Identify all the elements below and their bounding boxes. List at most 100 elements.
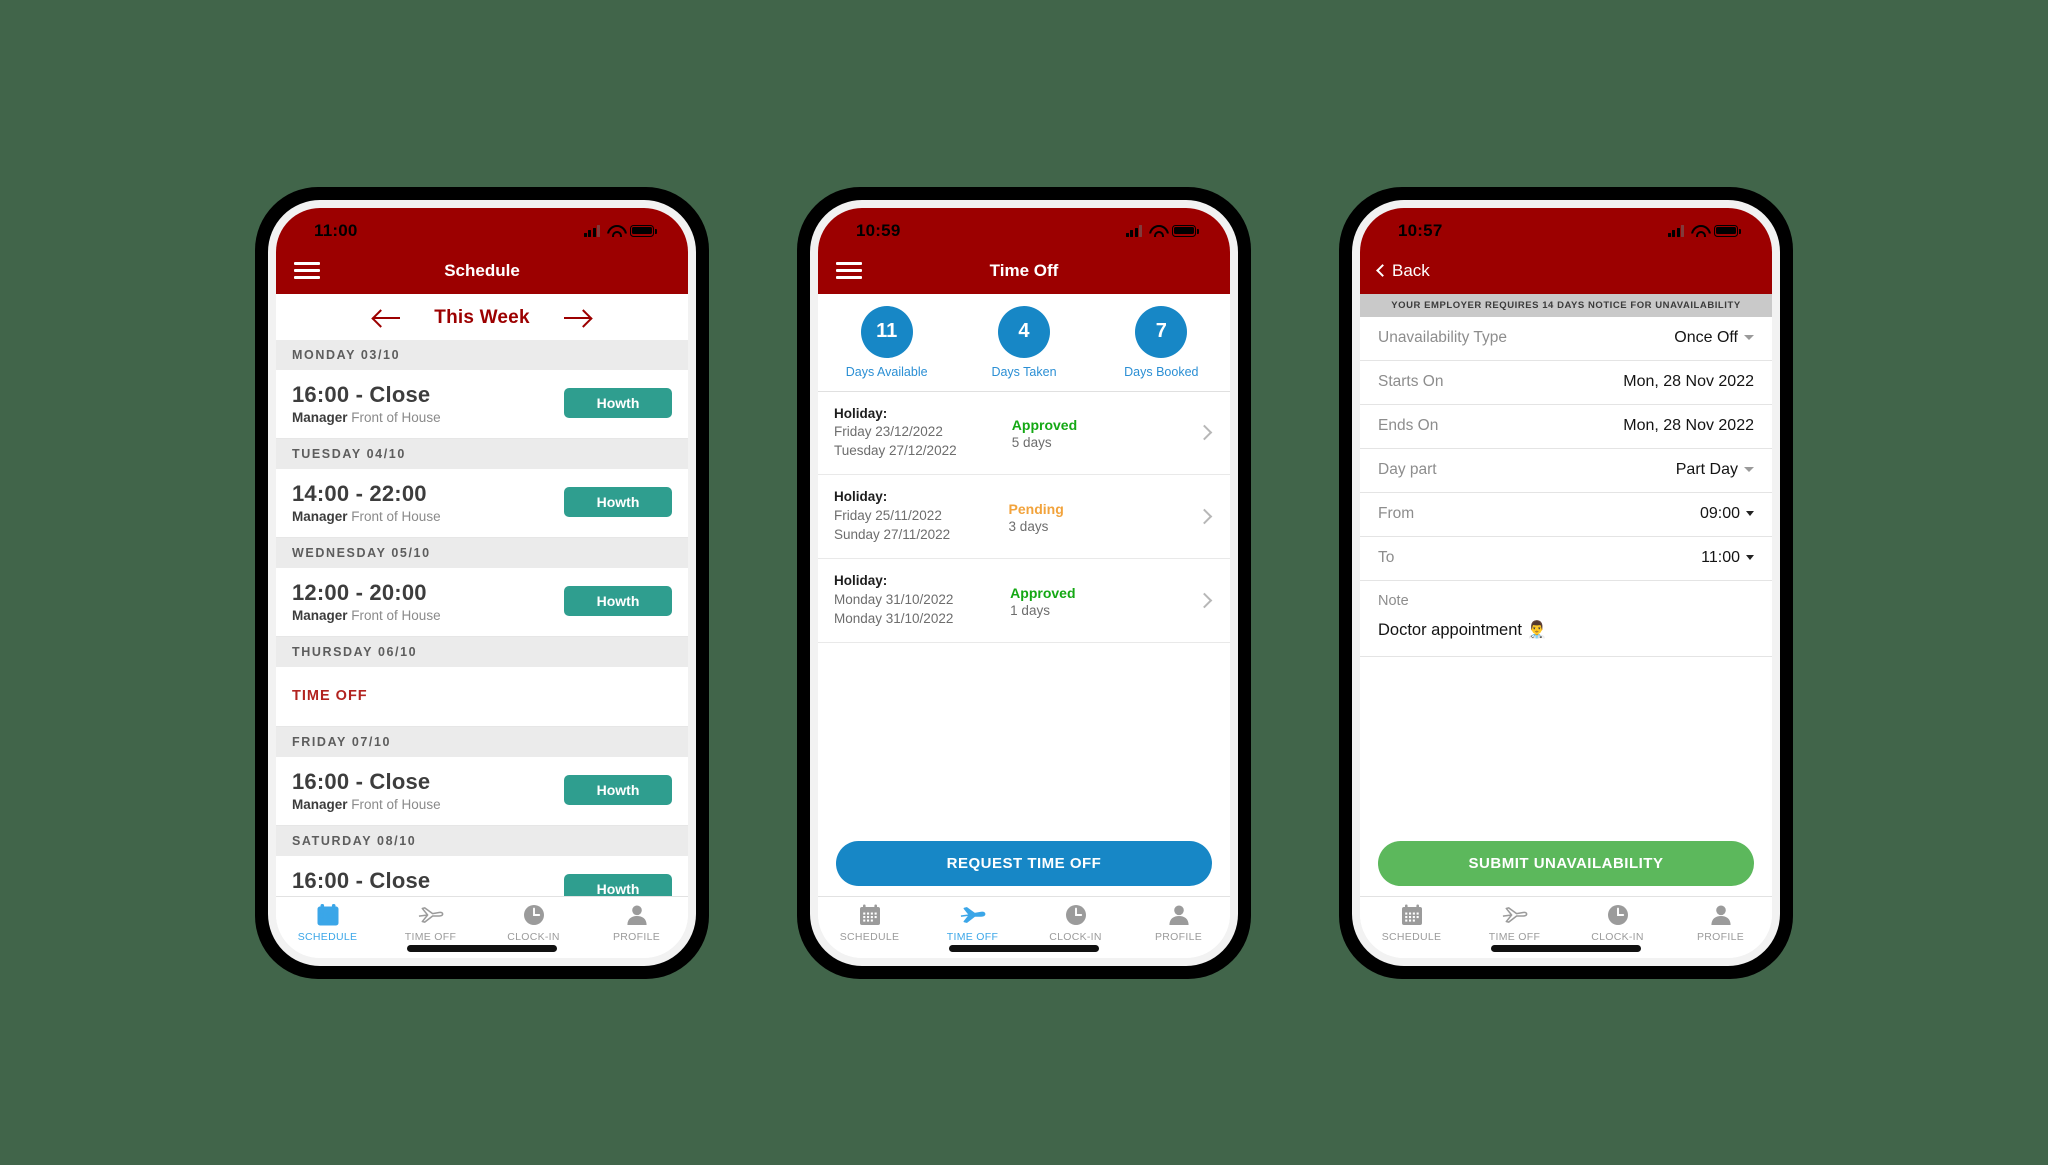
stat-value: 4 [997, 305, 1050, 358]
chevron-right-icon[interactable] [1196, 424, 1213, 441]
location-badge[interactable]: Howth [564, 586, 672, 616]
tab-clock-in[interactable]: CLOCK-IN [1566, 902, 1669, 943]
stat-days-booked[interactable]: 7 Days Booked [1093, 305, 1230, 379]
status-time: 10:59 [856, 220, 901, 240]
airplane-icon [959, 902, 986, 928]
tab-label: TIME OFF [404, 930, 457, 943]
time-off-request-row[interactable]: Holiday: Friday 25/11/2022 Sunday 27/11/… [818, 475, 1230, 560]
field-label: To [1378, 548, 1395, 566]
person-icon [626, 905, 647, 925]
clock-icon [523, 904, 544, 925]
request-time-off-button[interactable]: REQUEST TIME OFF [836, 840, 1212, 886]
schedule-list[interactable]: MONDAY 03/10 16:00 - Close Manager Front… [276, 339, 688, 896]
chevron-down-icon [1746, 555, 1754, 560]
request-status-block: Approved 1 days [1010, 583, 1142, 618]
phone-unavailability: 10:57 Back YOUR EMPLOYER REQUIRES 14 DAY… [1340, 187, 1792, 978]
calendar-icon [859, 904, 880, 925]
request-end: Sunday 27/11/2022 [834, 526, 951, 542]
location-badge[interactable]: Howth [564, 388, 672, 418]
tab-label: SCHEDULE [1381, 930, 1442, 943]
request-days: 5 days [1011, 435, 1052, 451]
form-row-from[interactable]: From 09:00 [1360, 492, 1772, 537]
tab-profile[interactable]: PROFILE [1127, 902, 1230, 943]
time-off-request-row[interactable]: Holiday: Friday 23/12/2022 Tuesday 27/12… [818, 391, 1230, 476]
field-value: 09:00 [1700, 505, 1754, 523]
form-row-ends-on[interactable]: Ends On Mon, 28 Nov 2022 [1360, 404, 1772, 449]
arrow-left-icon[interactable] [372, 308, 402, 328]
page-title: Time Off [989, 260, 1059, 280]
chevron-right-icon[interactable] [1196, 508, 1213, 525]
form-row-to[interactable]: To 11:00 [1360, 536, 1772, 581]
tab-profile[interactable]: PROFILE [585, 902, 688, 943]
shift-details: 12:00 - 20:00 Manager Front of House [292, 580, 441, 623]
time-off-request-row[interactable]: Holiday: Monday 31/10/2022 Monday 31/10/… [818, 559, 1230, 644]
nav-bar-time-off: Time Off [818, 247, 1230, 294]
request-days: 1 days [1010, 602, 1050, 618]
tab-schedule[interactable]: SCHEDULE [276, 902, 379, 943]
shift-row[interactable]: 16:00 - Close Manager Front of House How… [276, 757, 688, 826]
calendar-icon [316, 902, 340, 928]
home-indicator [949, 944, 1099, 952]
location-badge[interactable]: Howth [564, 874, 672, 896]
shift-row[interactable]: 16:00 - Close Manager Front of House How… [276, 370, 688, 439]
stat-days-taken[interactable]: 4 Days Taken [955, 305, 1092, 379]
tab-label: PROFILE [1154, 930, 1203, 943]
back-label: Back [1392, 260, 1430, 280]
form-row-unavailability-type[interactable]: Unavailability Type Once Off [1360, 316, 1772, 361]
form-field-list: Unavailability Type Once Off Starts On Mo… [1360, 316, 1772, 581]
form-row-starts-on[interactable]: Starts On Mon, 28 Nov 2022 [1360, 360, 1772, 405]
tab-label: PROFILE [1696, 930, 1745, 943]
wifi-icon [1691, 225, 1707, 237]
tab-clock-in[interactable]: CLOCK-IN [482, 902, 585, 943]
shift-row[interactable]: 14:00 - 22:00 Manager Front of House How… [276, 469, 688, 538]
chevron-down-icon [1744, 335, 1754, 340]
status-bar: 10:57 [1360, 207, 1772, 248]
tab-schedule[interactable]: SCHEDULE [818, 902, 921, 943]
time-off-request-list[interactable]: Holiday: Friday 23/12/2022 Tuesday 27/12… [818, 391, 1230, 841]
hamburger-icon[interactable] [836, 262, 862, 279]
phone-body: 10:59 Time Off 11 Days Available 4 Days T… [810, 199, 1238, 966]
back-button[interactable]: Back [1376, 260, 1430, 281]
tab-time-off[interactable]: TIME OFF [921, 902, 1024, 943]
tab-clock-in[interactable]: CLOCK-IN [1024, 902, 1127, 943]
form-row-day-part[interactable]: Day part Part Day [1360, 448, 1772, 493]
tab-time-off[interactable]: TIME OFF [1463, 902, 1566, 943]
field-label: Unavailability Type [1378, 328, 1507, 346]
request-type: Holiday: [834, 405, 888, 421]
note-section[interactable]: Note Doctor appointment 👨‍⚕️ [1360, 580, 1772, 657]
shift-row[interactable]: 12:00 - 20:00 Manager Front of House How… [276, 568, 688, 637]
person-icon [1709, 902, 1733, 928]
location-badge[interactable]: Howth [564, 775, 672, 805]
request-days: 3 days [1008, 518, 1049, 534]
tab-profile[interactable]: PROFILE [1669, 902, 1772, 943]
home-indicator [1491, 944, 1641, 952]
request-dates: Holiday: Monday 31/10/2022 Monday 31/10/… [834, 572, 953, 628]
calendar-icon [317, 903, 338, 925]
tab-schedule[interactable]: SCHEDULE [1360, 902, 1463, 943]
stat-value: 7 [1135, 305, 1188, 358]
stat-label: Days Taken [991, 364, 1057, 379]
clock-icon [1064, 902, 1088, 928]
person-icon [1168, 905, 1189, 925]
phone-time-off: 10:59 Time Off 11 Days Available 4 Days T… [798, 187, 1250, 978]
day-header: MONDAY 03/10 [276, 339, 688, 370]
nav-bar-unavailability: Back [1360, 247, 1772, 294]
status-bar: 10:59 [818, 207, 1230, 248]
clock-icon [1607, 904, 1628, 925]
submit-unavailability-button[interactable]: SUBMIT UNAVAILABILITY [1378, 840, 1754, 886]
field-label: Day part [1378, 460, 1437, 478]
stat-days-available[interactable]: 11 Days Available [818, 305, 955, 379]
person-icon [1167, 902, 1191, 928]
screenshot-stage: 11:00 Schedule This Week MONDAY 03/10 16… [0, 0, 2048, 1165]
request-time-off-wrap: REQUEST TIME OFF [818, 840, 1230, 896]
time-off-row[interactable]: TIME OFF [276, 667, 688, 727]
request-type: Holiday: [834, 573, 888, 589]
chevron-right-icon[interactable] [1196, 592, 1213, 608]
hamburger-icon[interactable] [294, 262, 320, 279]
tab-time-off[interactable]: TIME OFF [379, 902, 482, 943]
shift-row[interactable]: 16:00 - Close Manager Front of House How… [276, 856, 688, 896]
location-badge[interactable]: Howth [564, 487, 672, 517]
page-title: Schedule [444, 260, 520, 280]
arrow-right-icon[interactable] [562, 308, 592, 328]
week-switcher: This Week [276, 293, 688, 340]
